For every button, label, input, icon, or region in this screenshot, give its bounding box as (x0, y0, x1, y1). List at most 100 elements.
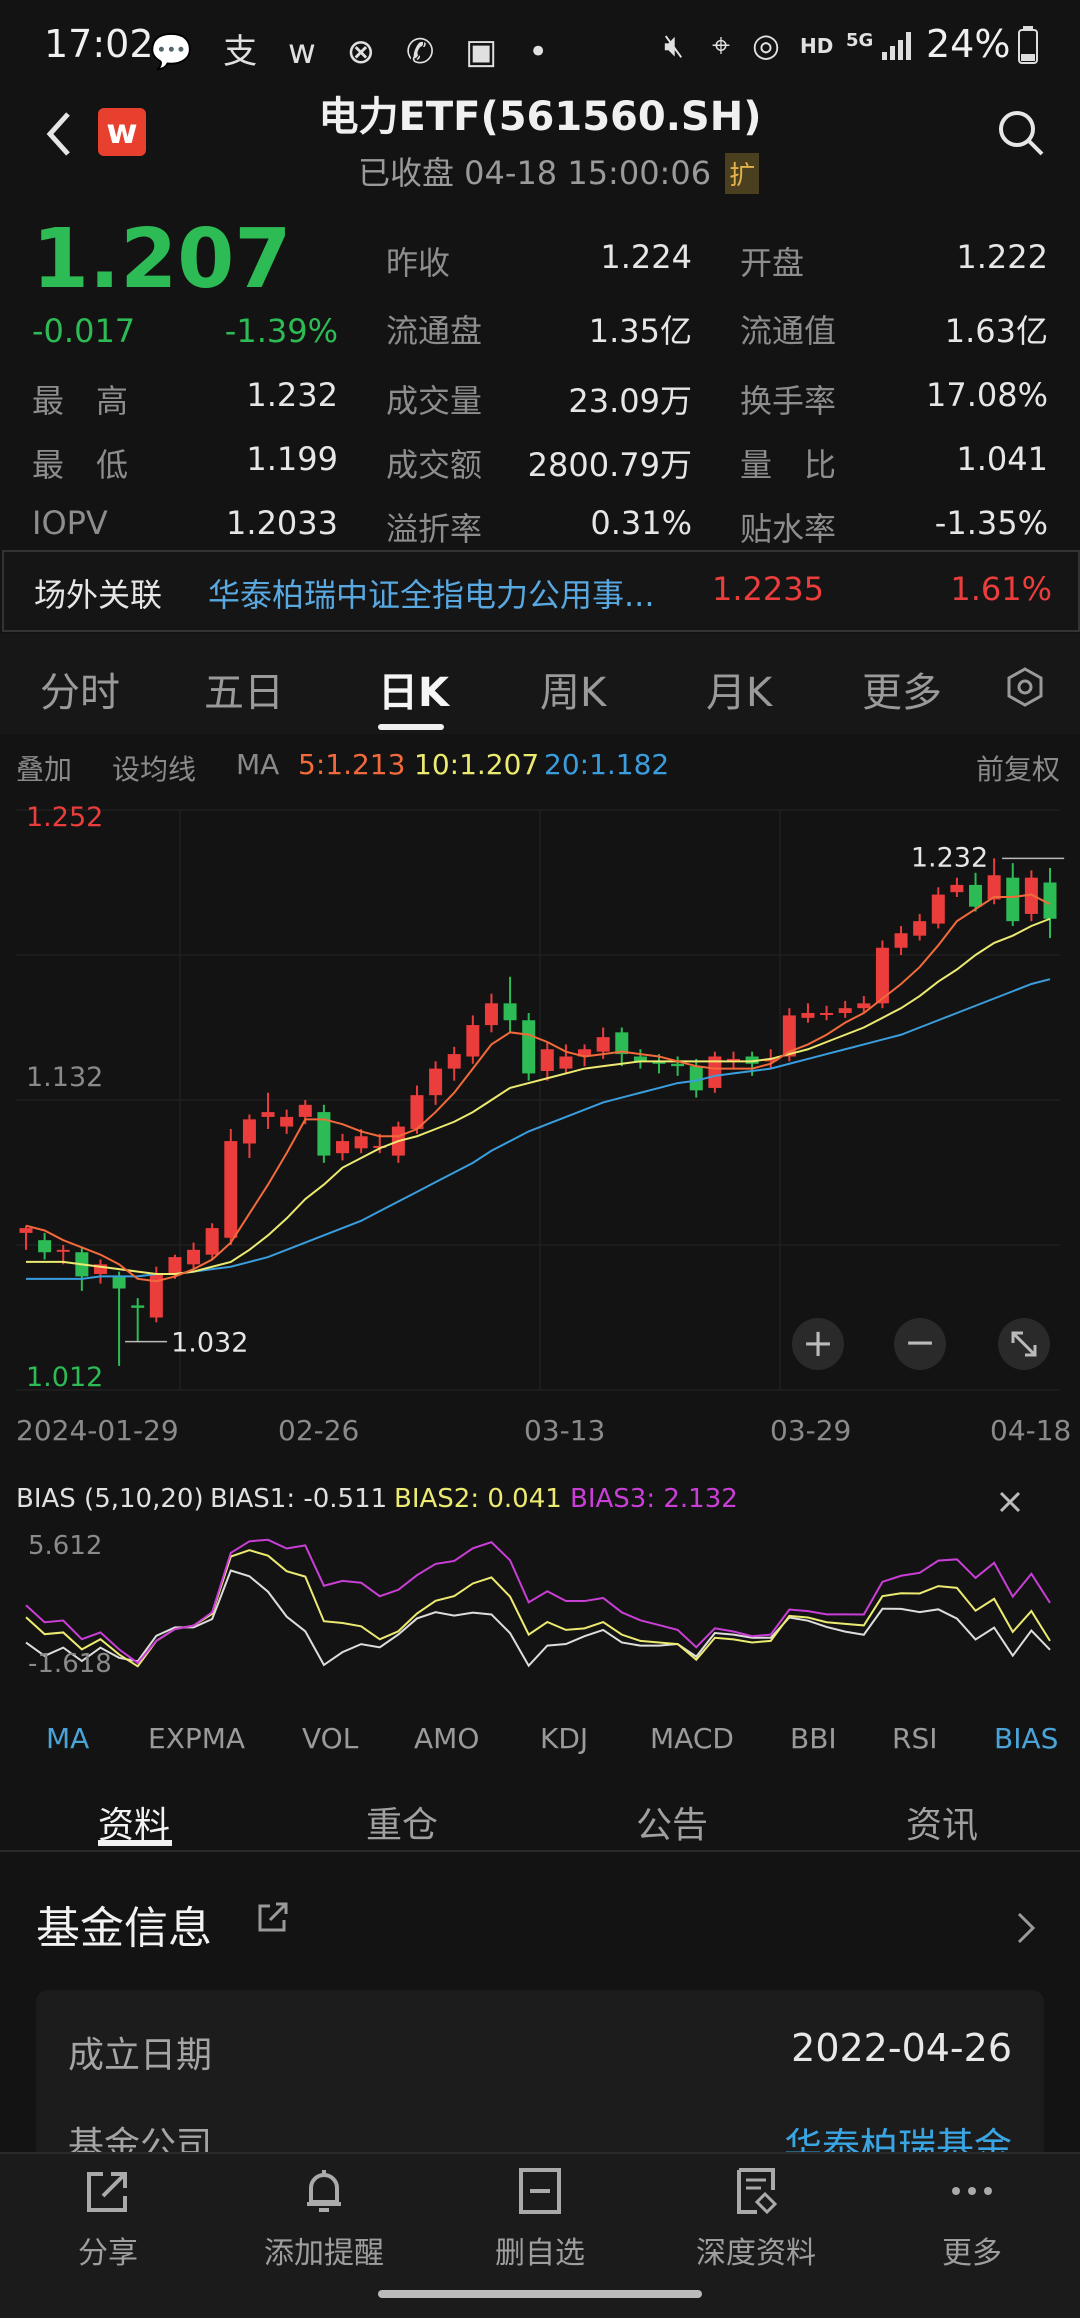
x-label-4: 04-18 (990, 1414, 1072, 1447)
price-change: -0.017 (32, 312, 136, 350)
bias1-value: BIAS1: -0.511 (210, 1484, 388, 1514)
candle (429, 1068, 443, 1096)
adjust-button[interactable]: 前复权 (976, 748, 1060, 788)
tab-five-day[interactable]: 五日 (204, 660, 284, 718)
market-status-text: 已收盘 04-18 15:00:06 (358, 154, 712, 192)
tab-active-indicator (378, 724, 444, 730)
chevron-right-icon[interactable] (1014, 1910, 1038, 1946)
volume-value: 23.09万 (568, 382, 692, 420)
nav-deep-data[interactable]: 深度资料 (686, 2166, 826, 2272)
ind-tab-macd[interactable]: MACD (650, 1722, 734, 1755)
bias3-value: BIAS3: 2.132 (570, 1484, 738, 1514)
candle (484, 1003, 498, 1026)
market-status: 已收盘 04-18 15:00:06 扩 (358, 148, 760, 194)
tab-monthly-k[interactable]: 月K (706, 660, 772, 718)
open-value: 1.222 (956, 238, 1048, 276)
share-out-icon[interactable] (256, 1900, 290, 1934)
related-fund-row[interactable]: 场外关联 华泰柏瑞中证全指电力公用事... 1.2235 1.61% (2, 550, 1080, 632)
candle (857, 1003, 871, 1009)
y-max-label: 1.252 (26, 802, 103, 833)
fund-info-title: 基金信息 (36, 1903, 212, 1954)
x-label-1: 02-26 (278, 1414, 360, 1447)
ind-tab-rsi[interactable]: RSI (892, 1722, 938, 1755)
price-change-pct: -1.39% (224, 312, 338, 350)
candle (913, 921, 927, 936)
iopv-label: IOPV (32, 504, 108, 542)
nav-remove-watchlist[interactable]: 删自选 (470, 2166, 610, 2272)
notification-icons: 💬 支 w ⊗ ✆ ▣ • (150, 32, 559, 72)
tab-intraday[interactable]: 分时 (40, 660, 120, 718)
zoom-in-button[interactable]: + (792, 1318, 844, 1370)
candle (224, 1141, 238, 1238)
float-shares-value: 1.35亿 (588, 312, 692, 350)
prev-close-label: 昨收 (386, 244, 451, 282)
candle (1043, 882, 1057, 919)
candle (522, 1020, 536, 1074)
candle (280, 1116, 294, 1127)
settings-icon[interactable] (1004, 666, 1046, 708)
ind-tab-vol[interactable]: VOL (302, 1722, 358, 1755)
nav-share[interactable]: 分享 (38, 2166, 178, 2272)
ind-tab-amo[interactable]: AMO (414, 1722, 479, 1755)
candle (19, 1228, 33, 1233)
nav-remove-watchlist-label: 删自选 (495, 2236, 585, 2271)
ind-tab-kdj[interactable]: KDJ (540, 1722, 588, 1755)
x-label-0: 2024-01-29 (16, 1414, 179, 1447)
bias-max-label: 5.612 (28, 1531, 102, 1561)
candle (671, 1063, 685, 1067)
candle (336, 1141, 350, 1154)
candle (56, 1249, 70, 1252)
ind-tab-bbi[interactable]: BBI (790, 1722, 837, 1755)
overlay-button[interactable]: 叠加 (16, 748, 72, 788)
turnover-rate-label: 换手率 (740, 382, 837, 420)
amount-value: 2800.79万 (527, 446, 692, 484)
high-label: 最 高 (32, 382, 129, 420)
nav-more-label: 更多 (942, 2236, 1002, 2271)
related-label: 场外关联 (34, 576, 163, 614)
ind-tab-ma[interactable]: MA (46, 1722, 89, 1755)
ind-tab-expma[interactable]: EXPMA (148, 1722, 245, 1755)
status-bar: 17:02 💬 支 w ⊗ ✆ ▣ • 🔇︎ ⌖ ◎ HD 5G 24% (0, 0, 1080, 90)
tab-holdings[interactable]: 重仓 (366, 1796, 438, 1848)
expand-badge[interactable]: 扩 (725, 153, 760, 194)
low-label: 最 低 (32, 446, 129, 484)
related-fund-name[interactable]: 华泰柏瑞中证全指电力公用事... (208, 570, 655, 616)
close-bias-icon[interactable] (998, 1490, 1022, 1514)
page-title: 电力ETF(561560.SH) (318, 94, 762, 140)
candle (931, 894, 945, 924)
bias3-line (25, 1538, 1051, 1665)
ind-tab-bias[interactable]: BIAS (994, 1722, 1058, 1755)
fullscreen-button[interactable] (998, 1318, 1050, 1370)
min-marker-label: 1.032 (171, 1328, 248, 1359)
ma20-value: 20:1.182 (544, 748, 670, 781)
float-shares-label: 流通盘 (386, 312, 483, 350)
expand-icon (1011, 1331, 1037, 1357)
vol-ratio-label: 量 比 (740, 446, 837, 484)
ma-label: MA (236, 748, 280, 781)
nav-share-label: 分享 (78, 2236, 138, 2271)
location-icon: ⌖ (712, 26, 731, 64)
high-value: 1.232 (246, 376, 338, 414)
tab-more[interactable]: 更多 (862, 660, 942, 718)
candle (131, 1305, 145, 1308)
hotspot-icon: ◎ (752, 26, 780, 64)
zoom-out-button[interactable]: − (894, 1318, 946, 1370)
set-ma-button[interactable]: 设均线 (112, 748, 196, 788)
nav-add-alert-label: 添加提醒 (264, 2236, 384, 2271)
tab-news[interactable]: 资讯 (906, 1796, 978, 1848)
tab-weekly-k[interactable]: 周K (540, 660, 606, 718)
open-label: 开盘 (740, 244, 805, 282)
search-button[interactable] (996, 108, 1046, 158)
prev-close-value: 1.224 (600, 238, 692, 276)
candle (168, 1257, 182, 1274)
candle (503, 1003, 517, 1021)
float-value-label: 流通值 (740, 312, 837, 350)
tab-announcements[interactable]: 公告 (636, 1796, 708, 1848)
discount-value: -1.35% (934, 504, 1048, 542)
nav-more[interactable]: 更多 (902, 2166, 1042, 2272)
nav-add-alert[interactable]: 添加提醒 (254, 2166, 394, 2272)
candle (987, 875, 1001, 900)
x-label-3: 03-29 (770, 1414, 852, 1447)
discount-label: 贴水率 (740, 510, 837, 548)
tab-daily-k[interactable]: 日K (378, 660, 449, 718)
